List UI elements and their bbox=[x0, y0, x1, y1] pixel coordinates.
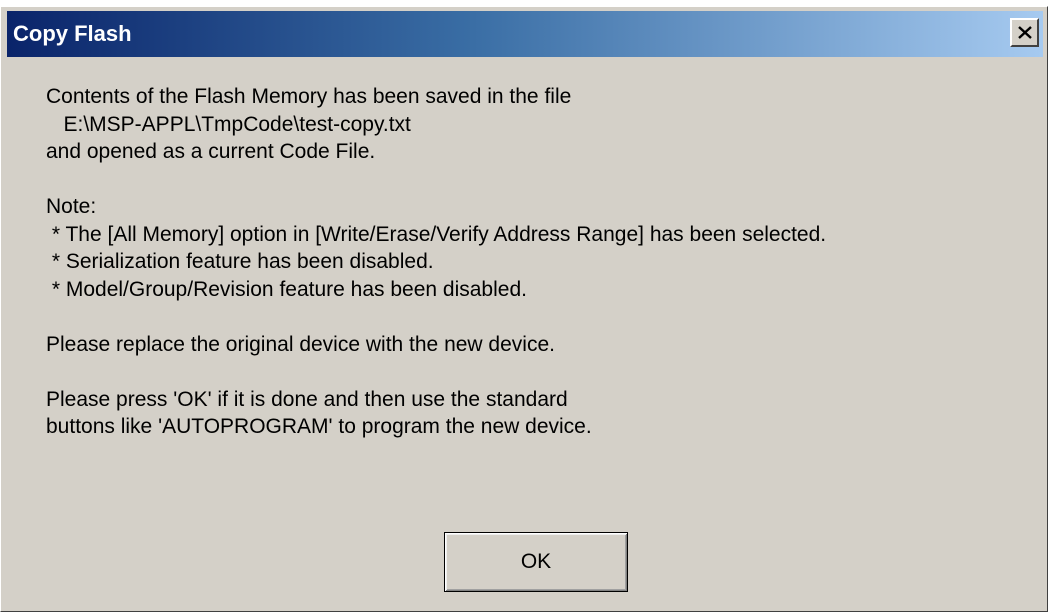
title-bar[interactable]: Copy Flash bbox=[7, 11, 1043, 57]
note-heading: Note: bbox=[46, 195, 97, 218]
instruction-line: buttons like 'AUTOPROGRAM' to program th… bbox=[46, 415, 592, 438]
message-spacer bbox=[46, 358, 1036, 386]
message-line: and opened as a current Code File. bbox=[46, 140, 376, 163]
note-item: * Serialization feature has been disable… bbox=[46, 250, 434, 273]
note-item: * The [All Memory] option in [Write/Eras… bbox=[46, 222, 827, 246]
close-icon bbox=[1017, 26, 1032, 39]
message-spacer bbox=[46, 166, 1036, 194]
close-button[interactable] bbox=[1010, 18, 1039, 47]
message-file-path: E:\MSP-APPL\TmpCode\test-copy.txt bbox=[46, 112, 411, 136]
focus-rect bbox=[451, 539, 621, 585]
message-line: Contents of the Flash Memory has been sa… bbox=[46, 85, 572, 108]
ok-button[interactable]: OK bbox=[444, 532, 628, 592]
window-title: Copy Flash bbox=[13, 21, 132, 46]
message-body: Contents of the Flash Memory has been sa… bbox=[46, 83, 1036, 441]
message-spacer bbox=[46, 303, 1036, 331]
copy-flash-dialog: Copy Flash Contents of the Flash Memory … bbox=[0, 6, 1048, 612]
note-item: * Model/Group/Revision feature has been … bbox=[46, 277, 527, 301]
instruction-line: Please press 'OK' if it is done and then… bbox=[46, 387, 568, 411]
instruction-line: Please replace the original device with … bbox=[46, 332, 555, 356]
